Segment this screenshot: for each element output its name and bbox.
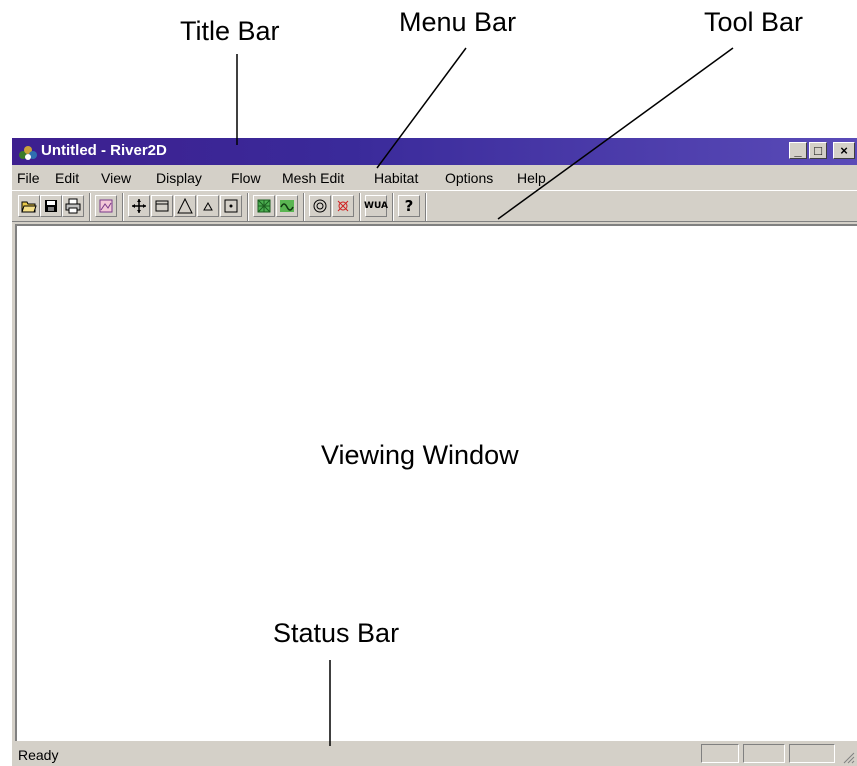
callout-tool-bar: Tool Bar [704, 7, 804, 37]
callout-status-bar: Status Bar [273, 618, 400, 648]
title-bar: Untitled - River2D _ □ × [12, 138, 857, 165]
status-text: Ready [18, 747, 59, 763]
open-folder-icon [21, 201, 37, 213]
small-triangle-button[interactable] [197, 195, 219, 217]
print-button[interactable] [62, 195, 84, 217]
tool-bar: WUA ? [12, 190, 857, 222]
toolbar-separator [392, 193, 394, 221]
triangle-icon [177, 198, 193, 214]
menu-options[interactable]: Options [445, 170, 493, 186]
red-target-button[interactable] [332, 195, 354, 217]
rectangle-select-icon [155, 200, 169, 212]
rectangle-select-button[interactable] [151, 195, 173, 217]
status-bar: Ready [12, 741, 857, 766]
flow-wave-icon [280, 200, 294, 212]
minimize-button[interactable]: _ [789, 142, 807, 159]
menu-habitat[interactable]: Habitat [374, 170, 418, 186]
flow-button[interactable] [276, 195, 298, 217]
toolbar-separator [122, 193, 124, 221]
help-button[interactable]: ? [398, 195, 420, 217]
toolbar-separator [89, 193, 91, 221]
node-box-icon [224, 199, 238, 213]
target-circle-icon [313, 199, 327, 213]
menu-edit[interactable]: Edit [55, 170, 79, 186]
status-pane [789, 744, 835, 763]
mesh-green-icon [257, 199, 271, 213]
node-button[interactable] [220, 195, 242, 217]
window-title: Untitled - River2D [41, 142, 167, 159]
mesh-button[interactable] [253, 195, 275, 217]
print-icon [65, 198, 81, 214]
save-disk-icon [45, 200, 57, 212]
menu-mesh-edit[interactable]: Mesh Edit [282, 170, 344, 186]
triangle-button[interactable] [174, 195, 196, 217]
menu-file[interactable]: File [17, 170, 40, 186]
viewing-window[interactable] [15, 224, 857, 741]
toolbar-separator [247, 193, 249, 221]
callout-menu-bar: Menu Bar [399, 7, 517, 37]
toolbar-separator [425, 193, 427, 221]
resize-grip-icon[interactable] [842, 751, 855, 764]
wua-button[interactable]: WUA [364, 195, 388, 217]
menu-bar: File Edit View Display Flow Mesh Edit Ha… [12, 165, 857, 188]
save-button[interactable] [40, 195, 62, 217]
status-pane [743, 744, 785, 763]
bed-file-icon [99, 199, 113, 213]
target-button[interactable] [309, 195, 331, 217]
toolbar-separator [303, 193, 305, 221]
status-pane [701, 744, 739, 763]
menu-display[interactable]: Display [156, 170, 202, 186]
move-button[interactable] [128, 195, 150, 217]
red-target-icon [337, 200, 349, 212]
move-arrows-icon [132, 199, 146, 213]
callout-viewing-window: Viewing Window [321, 440, 519, 470]
river2d-app-icon [19, 146, 37, 160]
bed-file-button[interactable] [95, 195, 117, 217]
callout-title-bar: Title Bar [180, 16, 280, 46]
menu-view[interactable]: View [101, 170, 131, 186]
maximize-button[interactable]: □ [809, 142, 827, 159]
toolbar-separator [359, 193, 361, 221]
menu-flow[interactable]: Flow [231, 170, 261, 186]
menu-help[interactable]: Help [517, 170, 546, 186]
small-triangle-icon [203, 201, 213, 211]
open-button[interactable] [18, 195, 40, 217]
close-button[interactable]: × [833, 142, 855, 159]
